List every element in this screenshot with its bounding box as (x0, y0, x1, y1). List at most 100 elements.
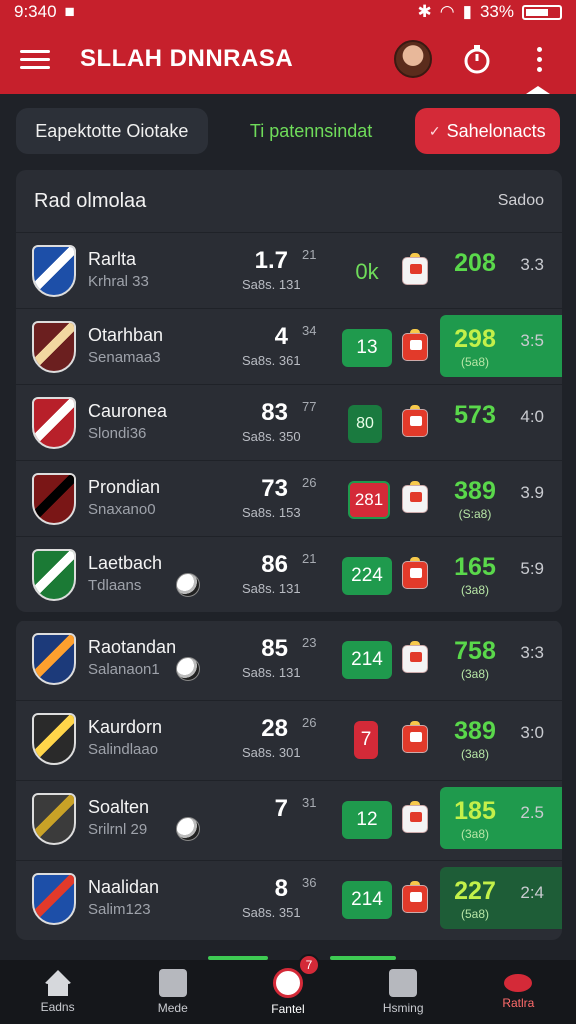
form-badge[interactable]: 0k (342, 253, 392, 291)
team-score: 7 (274, 795, 288, 822)
team-score: 1.7 (254, 247, 288, 274)
wifi-icon: ◠ (439, 2, 455, 21)
team-name: Raotandan (88, 637, 177, 657)
team-score-detail: Sa8s. 153 (242, 505, 301, 520)
team-name: Soalten (88, 797, 150, 817)
signal-icon: ▮ (462, 2, 472, 21)
team-row[interactable]: Cauronea Slondi36 83 Sa8s. 350 77 80 573 4:0 (16, 384, 562, 460)
soccer-ball-icon (176, 573, 200, 597)
form-badge[interactable]: 224 (342, 557, 392, 595)
points-value: 185 (454, 797, 496, 825)
team-row[interactable]: Prondian Snaxano0 73 Sa8s. 153 26 281 389 (S:a8… (16, 460, 562, 536)
battery-icon (522, 4, 562, 20)
team-small-stat: 34 (302, 323, 317, 338)
more-vert-icon[interactable] (522, 42, 556, 76)
odds-value: 3:0 (520, 723, 544, 742)
points-value: 227 (454, 877, 496, 905)
points-value: 758 (454, 637, 496, 665)
odds-value: 2:4 (520, 883, 544, 902)
kit-icon[interactable] (402, 405, 428, 437)
nav-label: Hsming (382, 1001, 424, 1015)
team-row[interactable]: Kaurdorn Salindlaao 28 Sa8s. 301 26 7 389 (3a8)… (16, 700, 562, 780)
team-score-detail: Sa8s. 351 (242, 905, 301, 920)
points-detail: (3a8) (460, 667, 489, 681)
kit-icon[interactable] (402, 329, 428, 361)
team-name: Otarhban (88, 325, 164, 345)
points-value: 389 (454, 477, 496, 505)
team-subtitle: Snaxano0 (88, 501, 156, 518)
form-badge[interactable]: 13 (342, 329, 392, 367)
team-name: Cauronea (88, 401, 168, 421)
team-crest-icon (32, 397, 76, 449)
whistle-icon (272, 968, 303, 998)
points-detail: (3a8) (460, 583, 489, 597)
team-row[interactable]: Rarlta Krhral 33 1.7 Sa8s. 131 21 0k 208 3.3 (16, 232, 562, 308)
menu-icon[interactable] (20, 49, 50, 69)
home-icon (43, 970, 72, 984)
form-badge[interactable]: 281 (348, 481, 390, 519)
team-name: Rarlta (88, 249, 137, 269)
panel-right-label: Sadoo (497, 192, 544, 209)
grid-icon (158, 969, 187, 997)
odds-value: 4:0 (520, 407, 544, 426)
panel-header: Rad olmolaa Sadoo (16, 170, 562, 232)
nav-fantasy[interactable]: Fantel (238, 968, 338, 1016)
team-crest-icon (32, 873, 76, 925)
team-score: 8 (274, 875, 288, 902)
points-detail: (S:a8) (458, 507, 492, 521)
nav-profile[interactable]: Hsming (353, 969, 453, 1015)
nav-label: Ratlra (502, 996, 535, 1010)
points-value: 208 (454, 249, 496, 277)
team-score: 83 (261, 399, 288, 426)
kit-icon[interactable] (402, 557, 428, 589)
bottom-nav: Eadns Mede Fantel Hsming Ratlra (0, 960, 576, 1024)
form-badge[interactable]: 214 (342, 881, 392, 919)
team-crest-icon (32, 473, 76, 525)
points-value: 298 (454, 325, 496, 353)
team-score-detail: Sa8s. 131 (242, 277, 301, 292)
odds-value: 3.9 (520, 483, 544, 502)
avatar[interactable] (394, 40, 432, 78)
filter-chip-primary[interactable]: Eapektotte Oiotake (16, 108, 208, 154)
team-small-stat: 26 (302, 715, 317, 730)
check-icon: ✓ (428, 122, 441, 139)
team-row[interactable]: Laetbach Tdlaans 86 Sa8s. 131 21 224 165 (3a8) 5… (16, 536, 562, 612)
kit-icon[interactable] (402, 721, 428, 753)
nav-home[interactable]: Eadns (8, 970, 108, 1014)
team-small-stat: 21 (302, 247, 317, 262)
filter-chip-selected[interactable]: ✓ Sahelonacts (414, 108, 560, 154)
team-small-stat: 31 (302, 795, 317, 810)
team-crest-icon (32, 713, 76, 765)
team-score-detail: Sa8s. 131 (242, 665, 301, 680)
filter-chip-secondary[interactable]: Ti patennsindat (218, 108, 405, 154)
app-bar: SLLAH DNNRASA (0, 24, 576, 94)
kit-icon[interactable] (402, 253, 428, 285)
form-badge[interactable]: 214 (342, 641, 392, 679)
bar-notch (526, 86, 550, 94)
standings-panel-2: Raotandan Salanaon1 85 Sa8s. 131 23 214 758 (3a… (16, 620, 562, 940)
team-subtitle: Senamaa3 (88, 349, 161, 366)
form-badge[interactable]: 7 (354, 721, 378, 759)
form-badge[interactable]: 12 (342, 801, 392, 839)
nav-media[interactable]: Mede (123, 969, 223, 1015)
team-small-stat: 36 (302, 875, 317, 890)
kit-icon[interactable] (402, 481, 428, 513)
team-crest-icon (32, 633, 76, 685)
kit-icon[interactable] (402, 801, 428, 833)
kit-icon[interactable] (402, 641, 428, 673)
team-subtitle: Slondi36 (88, 425, 147, 442)
team-score-detail: Sa8s. 361 (242, 353, 301, 368)
team-row[interactable]: Soalten Srilrnl 29 7 31 12 185 (3a8) 2.5 (16, 780, 562, 860)
form-badge[interactable]: 80 (348, 405, 382, 443)
points-detail: (3a8) (460, 747, 489, 761)
team-row[interactable]: Otarhban Senamaa3 4 Sa8s. 361 34 13 298 (5a8) 3:… (16, 308, 562, 384)
points-detail: (5a8) (460, 907, 489, 921)
status-bar: 9:340 ■ ✱ ◠ ▮ 33% (0, 0, 576, 24)
team-row[interactable]: Naalidan Salim123 8 Sa8s. 351 36 214 227 (5a8) 2… (16, 860, 562, 940)
status-time: 9:340 (14, 2, 57, 21)
team-small-stat: 21 (302, 551, 317, 566)
kit-icon[interactable] (402, 881, 428, 913)
team-row[interactable]: Raotandan Salanaon1 85 Sa8s. 131 23 214 758 (3a… (16, 620, 562, 700)
stopwatch-icon[interactable] (460, 42, 494, 76)
nav-hot[interactable]: Ratlra (468, 974, 568, 1010)
